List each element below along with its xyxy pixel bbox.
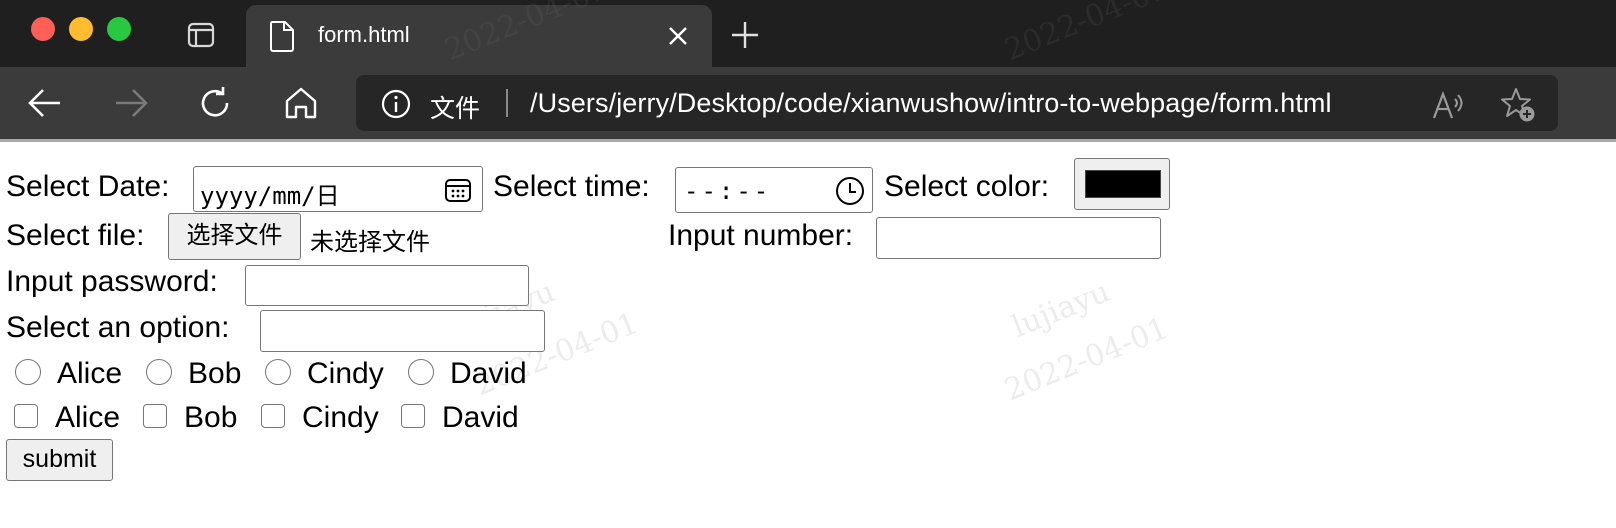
reload-icon[interactable]: [196, 84, 234, 122]
radio-alice[interactable]: [15, 359, 41, 385]
time-placeholder: --:--: [684, 177, 772, 205]
radio-bob[interactable]: [146, 359, 172, 385]
color-swatch: [1085, 170, 1161, 198]
tab-form-html[interactable]: form.html: [246, 5, 712, 67]
watermark: 2022-04-01: [999, 310, 1174, 409]
home-icon[interactable]: [282, 84, 320, 122]
file-label: Select file:: [6, 219, 145, 252]
password-label: Input password:: [6, 265, 218, 298]
clock-icon[interactable]: [835, 176, 865, 214]
checkbox-label: Bob: [184, 401, 238, 434]
browser-tab-strip: form.html: [0, 0, 1616, 67]
window-maximize-button[interactable]: [107, 17, 131, 41]
window-minimize-button[interactable]: [69, 17, 93, 41]
browser-toolbar: 文件 /Users/jerry/Desktop/code/xianwushow/…: [0, 67, 1616, 139]
calendar-icon[interactable]: [444, 177, 472, 211]
watermark: lujiayu: [1007, 274, 1115, 345]
address-divider: [506, 89, 508, 117]
checkbox-alice[interactable]: [14, 404, 38, 428]
time-label: Select time:: [493, 170, 650, 203]
checkbox-label: David: [442, 401, 519, 434]
radio-label: David: [450, 357, 527, 390]
checkbox-cindy[interactable]: [261, 404, 285, 428]
date-input[interactable]: yyyy/mm/日: [193, 166, 483, 212]
date-placeholder: yyyy/mm/日: [200, 182, 340, 210]
color-label: Select color:: [884, 170, 1050, 203]
tab-actions-icon[interactable]: [187, 21, 215, 49]
number-label: Input number:: [668, 219, 854, 252]
submit-button[interactable]: submit: [6, 439, 113, 481]
new-tab-icon[interactable]: [730, 20, 760, 50]
file-icon: [268, 20, 296, 52]
tab-title: form.html: [318, 22, 410, 47]
checkbox-david[interactable]: [401, 404, 425, 428]
number-input[interactable]: [876, 217, 1161, 259]
radio-cindy[interactable]: [265, 359, 291, 385]
file-status: 未选择文件: [310, 228, 430, 256]
add-favorite-icon[interactable]: [1500, 87, 1536, 123]
security-label: 文件: [430, 94, 481, 123]
radio-label: Bob: [188, 357, 242, 390]
checkbox-label: Cindy: [302, 401, 379, 434]
address-url[interactable]: /Users/jerry/Desktop/code/xianwushow/int…: [530, 88, 1332, 119]
address-bar[interactable]: 文件 /Users/jerry/Desktop/code/xianwushow/…: [356, 75, 1558, 131]
select-label: Select an option:: [6, 311, 230, 344]
radio-david[interactable]: [408, 359, 434, 385]
color-picker[interactable]: [1074, 158, 1170, 210]
read-aloud-icon[interactable]: [1432, 89, 1466, 121]
close-tab-icon[interactable]: [664, 22, 692, 50]
page-content: 2022-04-01 2022-04-01 lujiayu 2022-04-01…: [0, 0, 1616, 528]
checkbox-label: Alice: [55, 401, 121, 434]
time-input[interactable]: --:--: [675, 167, 873, 213]
window-close-button[interactable]: [31, 17, 55, 41]
password-input[interactable]: [245, 265, 529, 306]
option-select[interactable]: [260, 310, 545, 352]
radio-label: Alice: [57, 357, 123, 390]
date-label: Select Date:: [6, 170, 170, 203]
info-icon[interactable]: [380, 88, 412, 120]
radio-label: Cindy: [307, 357, 384, 390]
checkbox-bob[interactable]: [143, 404, 167, 428]
back-arrow-icon[interactable]: [26, 84, 64, 122]
forward-arrow-icon[interactable]: [112, 84, 150, 122]
choose-file-button[interactable]: 选择文件: [168, 213, 301, 260]
